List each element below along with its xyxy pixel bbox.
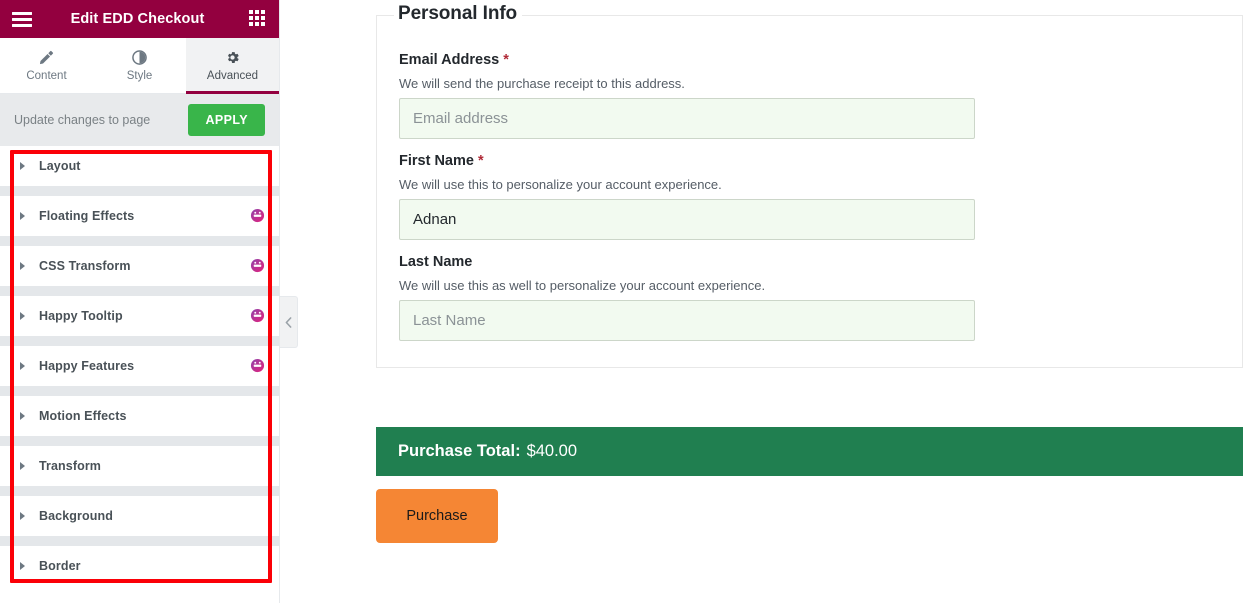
accordion-item-label: Happy Features (39, 358, 135, 373)
chevron-right-icon (20, 361, 25, 370)
accordion-item-layout[interactable]: Layout (0, 146, 279, 186)
accordion-item-label: Happy Tooltip (39, 308, 123, 323)
field-first-name: First Name * We will use this to persona… (399, 153, 1220, 240)
tab-advanced-label: Advanced (206, 69, 259, 82)
accordion-item-border[interactable]: Border (0, 546, 279, 586)
accordion-item-floating-effects[interactable]: Floating Effects (0, 196, 279, 236)
editor-screen: Edit EDD Checkout Content Style Advanced… (0, 0, 1255, 603)
accordion-item-background[interactable]: Background (0, 496, 279, 536)
accordion-item-label: Layout (39, 158, 81, 173)
accordion-item-label: CSS Transform (39, 258, 131, 273)
accordion-separator (0, 536, 279, 546)
accordion-item-label: Background (39, 508, 113, 523)
pencil-icon (39, 50, 54, 65)
accordion-item-label: Floating Effects (39, 208, 135, 223)
panel-title: Edit EDD Checkout (70, 11, 205, 27)
chevron-right-icon (20, 511, 25, 520)
purchase-button[interactable]: Purchase (376, 489, 498, 543)
apps-grid-icon[interactable] (249, 10, 267, 28)
required-mark: * (477, 153, 484, 169)
last-name-input[interactable] (399, 300, 975, 341)
checkout-preview: Personal Info Email Address * We will se… (281, 0, 1255, 603)
apply-changes-row: Update changes to page APPLY (0, 94, 279, 146)
accordion-item-label: Transform (39, 458, 102, 473)
panel-collapse-handle[interactable] (280, 296, 298, 348)
required-mark: * (503, 52, 509, 68)
happy-addons-icon (250, 208, 265, 223)
chevron-right-icon (20, 561, 25, 570)
accordion-item-happy-features[interactable]: Happy Features (0, 346, 279, 386)
happy-addons-icon (250, 308, 265, 323)
accordion-separator (0, 236, 279, 246)
happy-addons-icon (250, 258, 265, 273)
purchase-total-amount: $40.00 (526, 442, 578, 460)
advanced-settings-accordion: Layout Floating Effects CSS Transform Happy… (0, 146, 279, 586)
accordion-item-css-transform[interactable]: CSS Transform (0, 246, 279, 286)
chevron-left-icon (285, 316, 292, 328)
first-name-input[interactable] (399, 199, 975, 240)
field-last-name: Last Name We will use this as well to pe… (399, 254, 1220, 341)
accordion-separator (0, 486, 279, 496)
accordion-item-transform[interactable]: Transform (0, 446, 279, 486)
chevron-right-icon (20, 161, 25, 170)
chevron-right-icon (20, 461, 25, 470)
first-name-label: First Name * (399, 153, 484, 169)
chevron-right-icon (20, 211, 25, 220)
purchase-total-label: Purchase Total: (398, 442, 521, 460)
panel-tabs: Content Style Advanced (0, 38, 279, 94)
personal-info-fieldset: Personal Info Email Address * We will se… (376, 3, 1243, 368)
accordion-item-label: Motion Effects (39, 408, 127, 423)
accordion-item-motion-effects[interactable]: Motion Effects (0, 396, 279, 436)
email-address-description: We will send the purchase receipt to thi… (399, 76, 685, 91)
last-name-description: We will use this as well to personalize … (399, 278, 766, 293)
accordion-separator (0, 336, 279, 346)
chevron-right-icon (20, 261, 25, 270)
accordion-separator (0, 186, 279, 196)
tab-style[interactable]: Style (93, 38, 186, 93)
email-address-input[interactable] (399, 98, 975, 139)
first-name-description: We will use this to personalize your acc… (399, 177, 722, 192)
purchase-total-bar: Purchase Total: $40.00 (376, 427, 1243, 476)
chevron-right-icon (20, 311, 25, 320)
tab-content[interactable]: Content (0, 38, 93, 93)
accordion-separator (0, 286, 279, 296)
personal-info-legend: Personal Info (394, 3, 523, 25)
gear-icon (225, 50, 240, 65)
accordion-separator (0, 436, 279, 446)
tab-content-label: Content (26, 69, 67, 82)
accordion-separator (0, 386, 279, 396)
contrast-icon (132, 49, 147, 65)
panel-header: Edit EDD Checkout (0, 0, 279, 38)
field-email-address: Email Address * We will send the purchas… (399, 52, 1220, 139)
editor-panel: Edit EDD Checkout Content Style Advanced… (0, 0, 280, 603)
accordion-item-happy-tooltip[interactable]: Happy Tooltip (0, 296, 279, 336)
happy-addons-icon (250, 358, 265, 373)
apply-button[interactable]: APPLY (188, 104, 265, 136)
accordion-item-label: Border (39, 558, 81, 573)
tab-style-label: Style (126, 69, 153, 82)
tab-advanced[interactable]: Advanced (186, 38, 279, 94)
apply-message: Update changes to page (14, 113, 151, 127)
email-address-label: Email Address * (399, 52, 509, 68)
chevron-right-icon (20, 411, 25, 420)
last-name-label: Last Name (399, 254, 473, 270)
